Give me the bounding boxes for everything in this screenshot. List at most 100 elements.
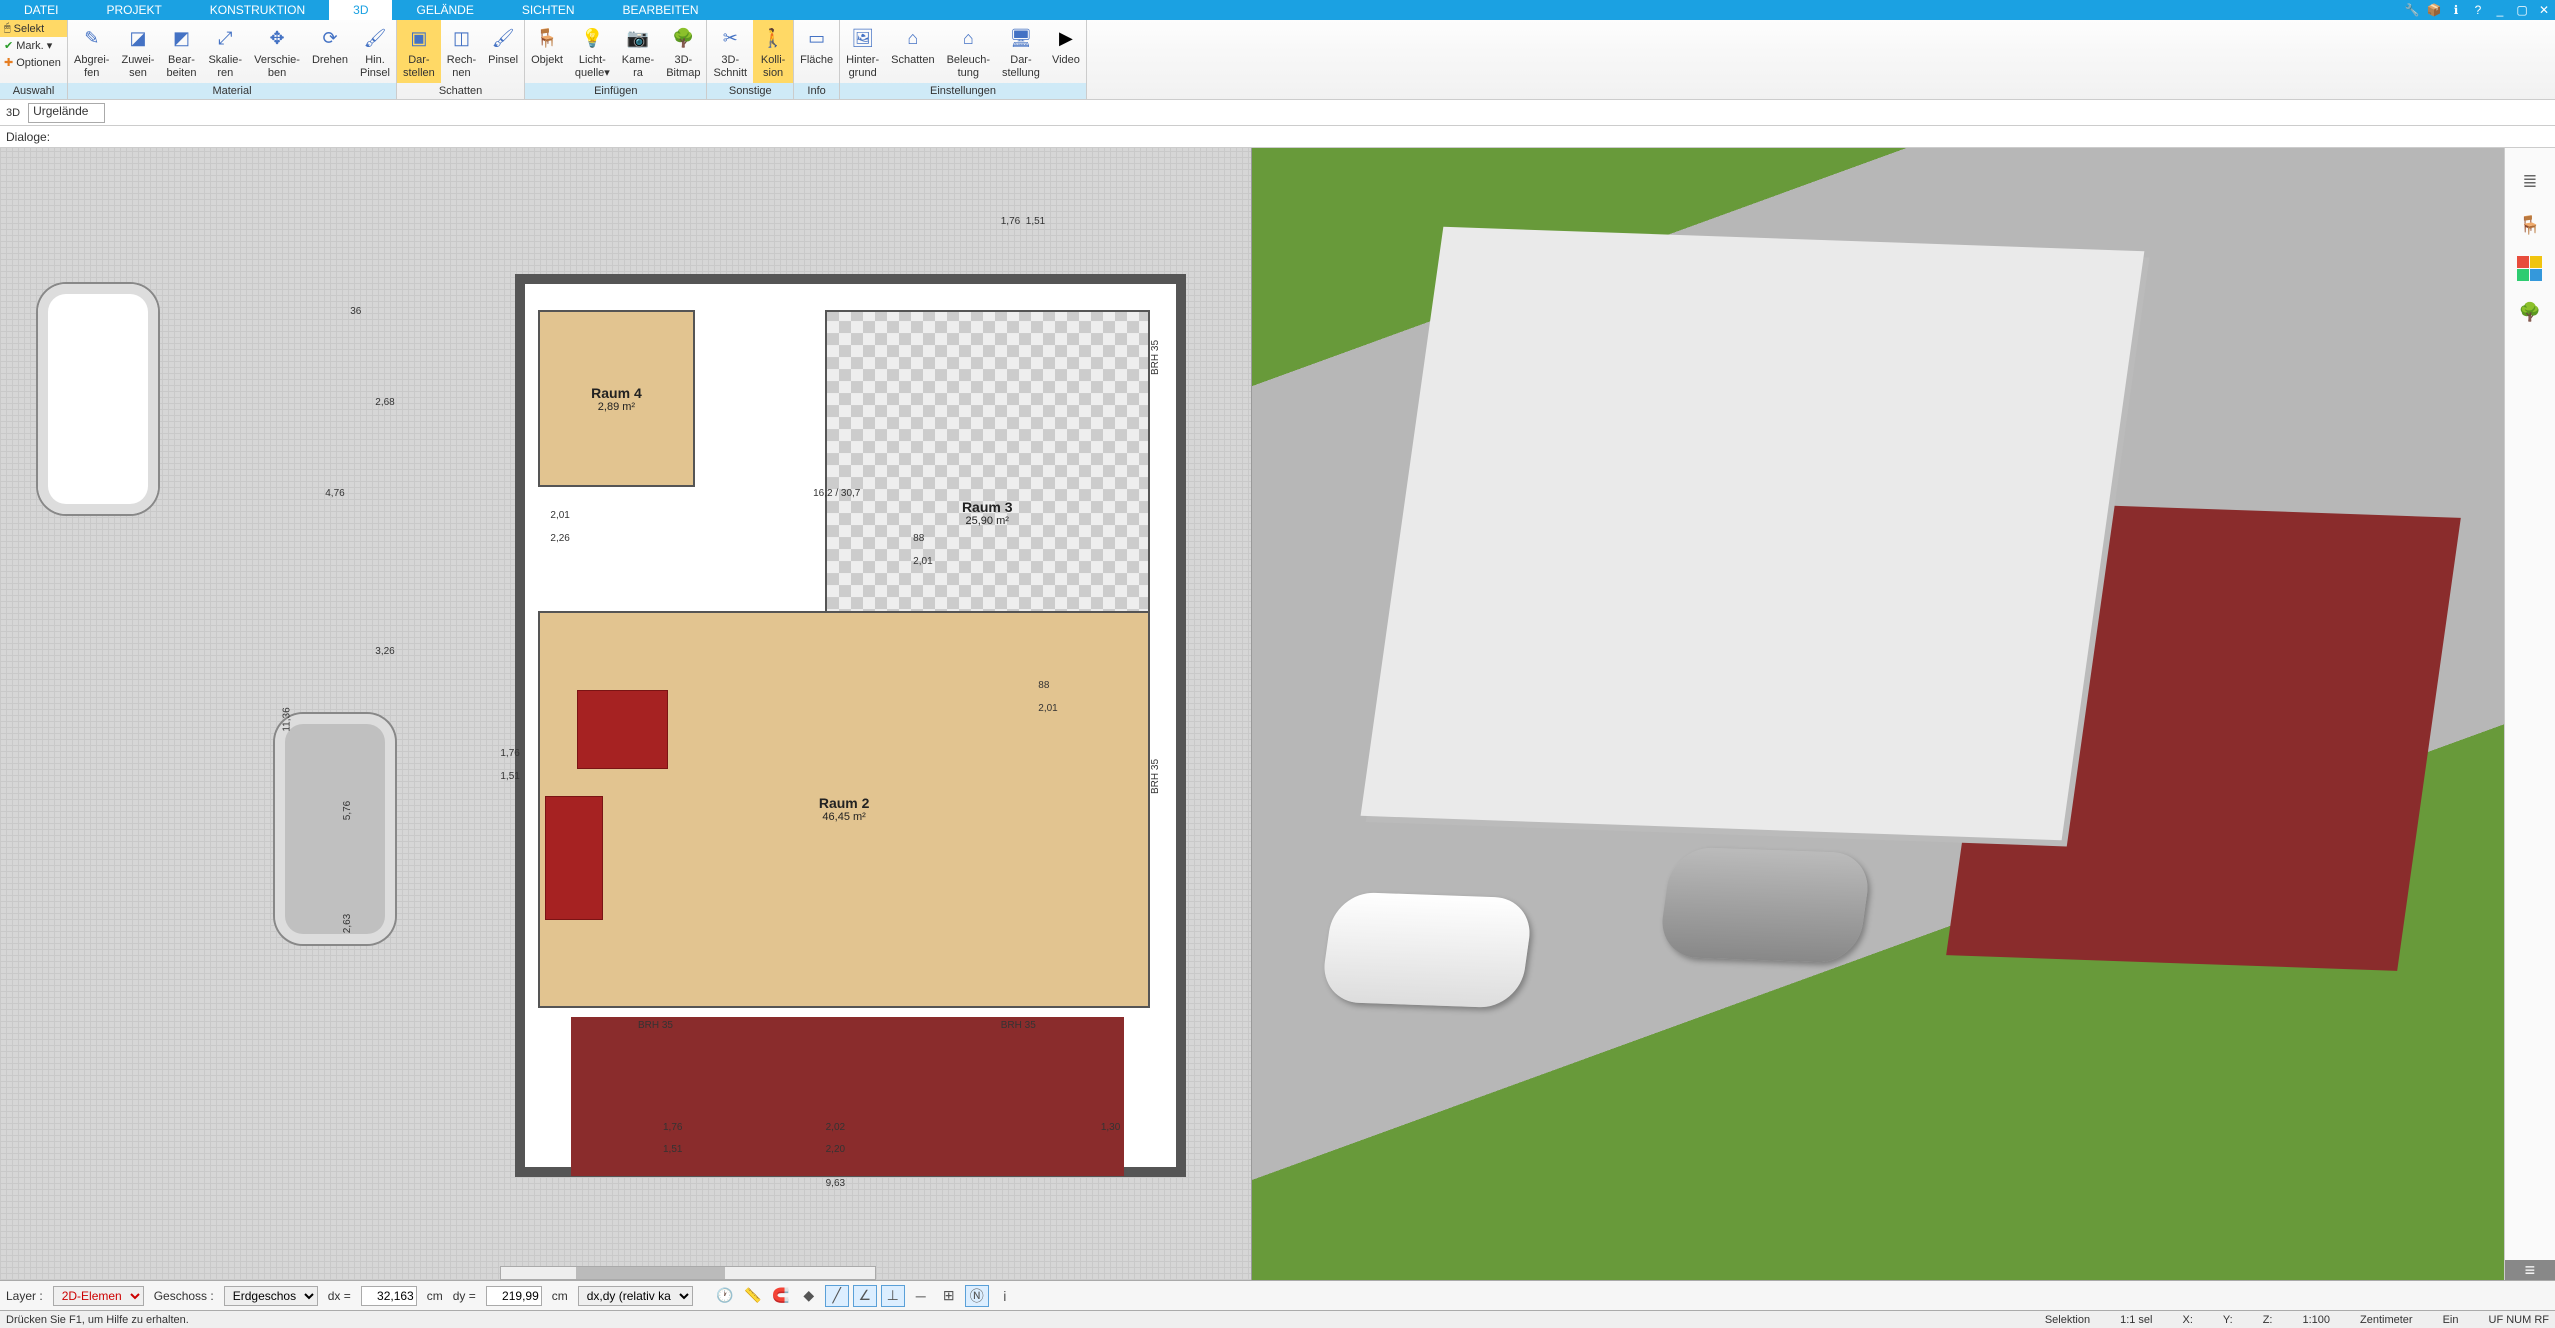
dim: 2,01 (1038, 703, 1057, 714)
menu-bar: DATEI PROJEKT KONSTRUKTION 3D GELÄNDE SI… (0, 0, 2555, 20)
close-icon[interactable]: ✕ (2533, 0, 2555, 20)
drehen-button[interactable]: ⟳Drehen (306, 20, 354, 83)
tab-projekt[interactable]: PROJEKT (82, 0, 185, 20)
armchair-icon[interactable]: 🪑 (2517, 212, 2543, 238)
group-label-einfuegen: Einfügen (525, 83, 706, 99)
dim: 9,63 (826, 1178, 845, 1189)
tab-sichten[interactable]: SICHTEN (498, 0, 599, 20)
kollision-button[interactable]: 🚶Kolli-sion (753, 20, 793, 83)
snap-mid-icon[interactable]: ─ (909, 1285, 933, 1307)
darstellen-button[interactable]: ▣Dar-stellen (397, 20, 441, 83)
terrain-dropdown[interactable]: Urgelände (28, 103, 105, 123)
dim: 4,76 (325, 488, 344, 499)
hin-pinsel-button[interactable]: 🖌Hin.Pinsel (354, 20, 396, 83)
endpoint-icon[interactable]: ◆ (797, 1285, 821, 1307)
snap-perp-icon[interactable]: ⊥ (881, 1285, 905, 1307)
layer-dropdown[interactable]: 2D-Elemen (53, 1286, 144, 1306)
darstellung-button[interactable]: 🖥Dar-stellung (996, 20, 1046, 83)
optionen-button[interactable]: ✚Optionen (0, 54, 67, 71)
tab-bearbeiten[interactable]: BEARBEITEN (599, 0, 723, 20)
verschieben-button[interactable]: ✥Verschie-ben (248, 20, 306, 83)
geschoss-label: Geschoss : (154, 1289, 214, 1303)
beleuchtung-button[interactable]: ⌂Beleuch-tung (941, 20, 996, 83)
brush2-icon: 🖌 (489, 24, 517, 52)
tab-gelaende[interactable]: GELÄNDE (392, 0, 497, 20)
node-icon[interactable]: Ⓝ (965, 1285, 989, 1307)
2d-scrollbar-h[interactable] (500, 1266, 875, 1280)
tree2-icon[interactable]: 🌳 (2517, 299, 2543, 325)
info-icon[interactable]: ℹ (2445, 0, 2467, 20)
restore-icon[interactable]: ▢ (2511, 0, 2533, 20)
flaeche-button[interactable]: ▭Fläche (794, 20, 839, 83)
room-2: Raum 2 46,45 m² (538, 611, 1149, 1008)
selekt-button[interactable]: 🖱Selekt (0, 20, 67, 37)
ribbon-side-label: Auswahl (0, 83, 67, 99)
skalieren-button[interactable]: ⤢Skalie-ren (202, 20, 248, 83)
measure-icon[interactable]: 📏 (741, 1285, 765, 1307)
house-icon: ⌂ (899, 24, 927, 52)
clock-icon[interactable]: 🕐 (713, 1285, 737, 1307)
abgreifen-button[interactable]: ✎Abgrei-fen (68, 20, 115, 83)
dim: 2,26 (550, 533, 569, 544)
tree-icon: 🌳 (669, 24, 697, 52)
grid-icon[interactable]: ⊞ (937, 1285, 961, 1307)
view-label: 3D (6, 107, 20, 119)
status-selection: Selektion (2045, 1314, 2090, 1326)
help-icon[interactable]: ? (2467, 0, 2489, 20)
dx-input[interactable] (361, 1286, 417, 1306)
video-button[interactable]: ▶Video (1046, 20, 1086, 83)
dim: 1,76 (663, 1122, 682, 1133)
objekt-button[interactable]: 🪑Objekt (525, 20, 569, 83)
camera-icon: 📷 (624, 24, 652, 52)
collapse-icon[interactable]: ≡ (2505, 1260, 2555, 1280)
info2-icon[interactable]: i (993, 1285, 1017, 1307)
dy-label: dy = (453, 1289, 476, 1303)
dim: 1,30 (1101, 1122, 1120, 1133)
tab-konstruktion[interactable]: KONSTRUKTION (186, 0, 329, 20)
3d-schnitt-button[interactable]: ✂3D-Schnitt (707, 20, 753, 83)
dy-input[interactable] (486, 1286, 542, 1306)
zuweisen-button[interactable]: ◪Zuwei-sen (115, 20, 160, 83)
snap-line-icon[interactable]: ╱ (825, 1285, 849, 1307)
lichtquelle-button[interactable]: 💡Licht-quelle▾ (569, 20, 616, 83)
color-palette-icon[interactable] (2517, 256, 2543, 281)
terrace-2d (571, 1017, 1124, 1176)
snap-angle-icon[interactable]: ∠ (853, 1285, 877, 1307)
minimize-icon[interactable]: _ (2489, 0, 2511, 20)
car-top-grey (275, 714, 395, 944)
car-top-white (38, 284, 158, 514)
coord-mode-dropdown[interactable]: dx,dy (relativ ka (578, 1286, 693, 1306)
3d-view[interactable] (1252, 148, 2504, 1280)
view-selector-bar: 3D Urgelände (0, 100, 2555, 126)
dim: 1,76 (1001, 216, 1020, 227)
2d-view[interactable]: Raum 4 2,89 m² Raum 1 20,05 m² Raum 3 25… (0, 148, 1252, 1280)
bearbeiten-button[interactable]: ◩Bear-beiten (160, 20, 202, 83)
geschoss-dropdown[interactable]: Erdgeschos (224, 1286, 318, 1306)
group-label-schatten: Schatten (397, 83, 524, 99)
pinsel-button[interactable]: 🖌Pinsel (482, 20, 524, 83)
mark-button[interactable]: ✔Mark.▾ (0, 37, 67, 54)
ribbon: 🖱Selekt ✔Mark.▾ ✚Optionen Auswahl ✎Abgre… (0, 20, 2555, 100)
layer-label: Layer : (6, 1289, 43, 1303)
schatten-button[interactable]: ⌂Schatten (885, 20, 940, 83)
play-icon: ▶ (1052, 24, 1080, 52)
tab-3d[interactable]: 3D (329, 0, 392, 20)
cube-icon: ▣ (405, 24, 433, 52)
status-unit: Zentimeter (2360, 1314, 2413, 1326)
rechnen-button[interactable]: ◫Rech-nen (441, 20, 482, 83)
tab-datei[interactable]: DATEI (0, 0, 82, 20)
tool-icon[interactable]: 🔧 (2401, 0, 2423, 20)
magnet-icon[interactable]: 🧲 (769, 1285, 793, 1307)
3d-bitmap-button[interactable]: 🌳3D-Bitmap (660, 20, 706, 83)
cube2-icon: ◫ (447, 24, 475, 52)
hintergrund-button[interactable]: 🖼Hinter-grund (840, 20, 885, 83)
layers-icon[interactable]: ≣ (2517, 168, 2543, 194)
kamera-button[interactable]: 📷Kame-ra (616, 20, 660, 83)
dialoge-input[interactable] (58, 128, 2549, 146)
section-icon: ✂ (716, 24, 744, 52)
box-icon[interactable]: 📦 (2423, 0, 2445, 20)
check-icon: ✔ (4, 39, 13, 52)
workspace: Raum 4 2,89 m² Raum 1 20,05 m² Raum 3 25… (0, 148, 2555, 1280)
room-4: Raum 4 2,89 m² (538, 310, 694, 487)
group-label-sonstige: Sonstige (707, 83, 793, 99)
